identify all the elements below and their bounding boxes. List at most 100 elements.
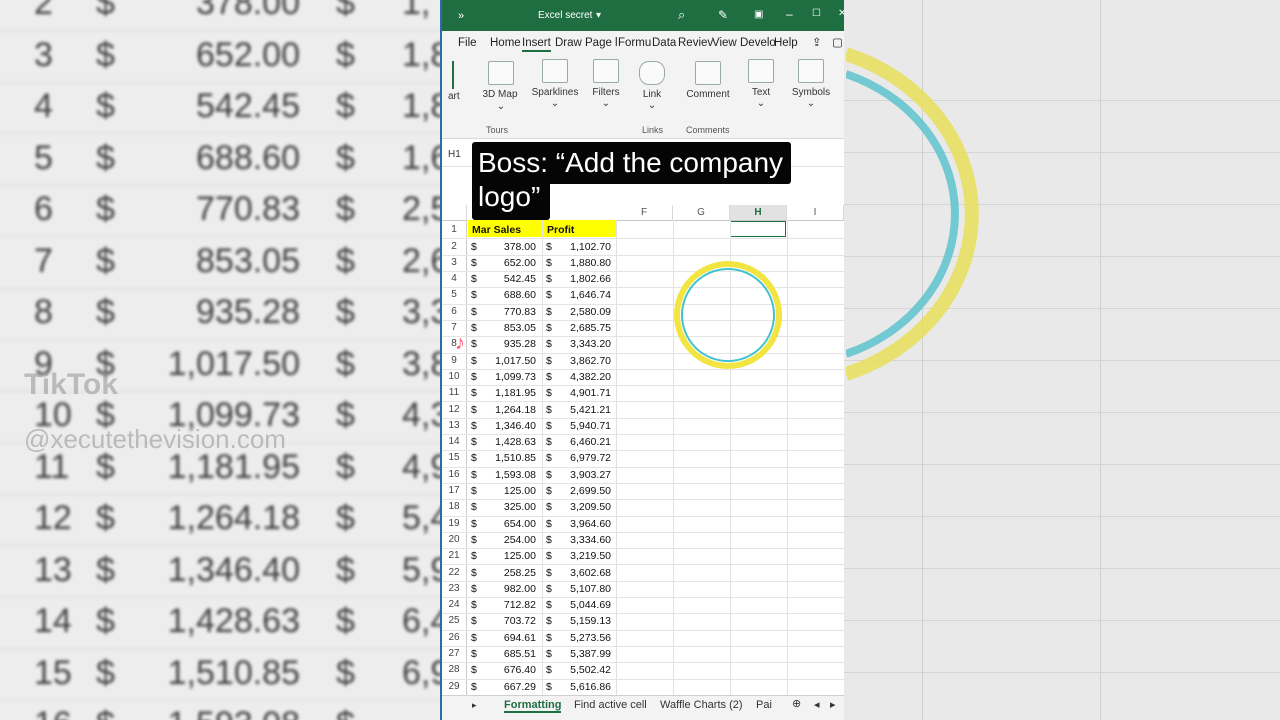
profit-cell[interactable]: 5,387.99	[570, 648, 611, 660]
row-number[interactable]: 13	[442, 420, 466, 431]
mar-sales-cell[interactable]: 688.60	[504, 289, 536, 301]
profit-cell[interactable]: 1,646.74	[570, 289, 611, 301]
mar-sales-cell[interactable]: 676.40	[504, 664, 536, 676]
mar-sales-cell[interactable]: 853.05	[504, 322, 536, 334]
sheet-tab[interactable]: Pai	[756, 699, 772, 711]
column-header[interactable]: H	[730, 205, 787, 221]
comments-icon[interactable]: ▢	[832, 35, 843, 49]
corner-cell[interactable]	[442, 205, 467, 221]
profit-cell[interactable]: 3,862.70	[570, 355, 611, 367]
row-number[interactable]: 27	[442, 648, 466, 659]
row-number[interactable]: 10	[442, 371, 466, 382]
mar-sales-cell[interactable]: 935.28	[504, 338, 536, 350]
profit-cell[interactable]: 1,802.66	[570, 273, 611, 285]
add-sheet-icon[interactable]: ⊕	[792, 697, 801, 710]
mar-sales-cell[interactable]: 1,181.95	[495, 387, 536, 399]
title-dropdown-icon[interactable]: ▾	[596, 10, 601, 21]
profit-cell[interactable]: 3,219.50	[570, 550, 611, 562]
ribbon-display-icon[interactable]: ▣	[754, 9, 763, 20]
profit-cell[interactable]: 5,044.69	[570, 599, 611, 611]
row-number[interactable]: 2	[442, 241, 466, 252]
scroll-right-icon[interactable]: ▸	[830, 698, 836, 711]
pen-icon[interactable]: ✎	[718, 8, 728, 22]
profit-cell[interactable]: 4,382.20	[570, 371, 611, 383]
profit-cell[interactable]: 3,343.20	[570, 338, 611, 350]
row-number[interactable]: 5	[442, 289, 466, 300]
row-number[interactable]: 18	[442, 501, 466, 512]
profit-cell[interactable]: 4,901.71	[570, 387, 611, 399]
sparklines-button[interactable]: Sparklines ⌄	[530, 59, 580, 109]
minimize-icon[interactable]: –	[786, 7, 793, 21]
row-number[interactable]: 16	[442, 469, 466, 480]
scroll-left-icon[interactable]: ◂	[814, 698, 820, 711]
tab-view[interactable]: View	[712, 37, 737, 49]
profit-cell[interactable]: 3,903.27	[570, 469, 611, 481]
profit-cell[interactable]: 5,940.71	[570, 420, 611, 432]
mar-sales-cell[interactable]: 125.00	[504, 485, 536, 497]
text-button[interactable]: Text ⌄	[746, 59, 776, 109]
mar-sales-cell[interactable]: 1,428.63	[495, 436, 536, 448]
link-button[interactable]: Link ⌄	[638, 61, 666, 111]
mar-sales-cell[interactable]: 652.00	[504, 257, 536, 269]
mar-sales-cell[interactable]: 1,510.85	[495, 452, 536, 464]
row-number[interactable]: 23	[442, 583, 466, 594]
profit-cell[interactable]: 2,580.09	[570, 306, 611, 318]
profit-cell[interactable]: 5,273.56	[570, 632, 611, 644]
company-logo-circle[interactable]	[674, 261, 782, 369]
mar-sales-cell[interactable]: 325.00	[504, 501, 536, 513]
mar-sales-cell[interactable]: 703.72	[504, 615, 536, 627]
symbols-button[interactable]: Symbols ⌄	[788, 59, 834, 109]
maximize-icon[interactable]: ☐	[812, 8, 821, 19]
mar-sales-cell[interactable]: 254.00	[504, 534, 536, 546]
profit-cell[interactable]: 3,602.68	[570, 567, 611, 579]
mar-sales-cell[interactable]: 685.51	[504, 648, 536, 660]
row-number[interactable]: 11	[442, 387, 466, 398]
mar-sales-cell[interactable]: 542.45	[504, 273, 536, 285]
mar-sales-cell[interactable]: 1,264.18	[495, 404, 536, 416]
share-icon[interactable]: ⇪	[812, 35, 822, 49]
tab-pagel[interactable]: Page l	[585, 37, 618, 49]
row-number[interactable]: 22	[442, 567, 466, 578]
tab-data[interactable]: Data	[652, 37, 676, 49]
mar-sales-cell[interactable]: 712.82	[504, 599, 536, 611]
mar-sales-cell[interactable]: 1,593.08	[495, 469, 536, 481]
window-title[interactable]: Excel secret	[538, 10, 592, 21]
profit-cell[interactable]: 5,159.13	[570, 615, 611, 627]
3d-map-button[interactable]: 3D Map ⌄	[480, 61, 522, 112]
profit-cell[interactable]: 3,964.60	[570, 518, 611, 530]
worksheet-grid[interactable]: DEFGHI1Mar SalesProfit2$378.00$1,102.703…	[442, 205, 844, 696]
mar-sales-cell[interactable]: 654.00	[504, 518, 536, 530]
row-number[interactable]: 1	[442, 224, 466, 235]
mar-sales-cell[interactable]: 258.25	[504, 567, 536, 579]
profit-cell[interactable]: 2,685.75	[570, 322, 611, 334]
mar-sales-cell[interactable]: 125.00	[504, 550, 536, 562]
filters-button[interactable]: Filters ⌄	[588, 59, 624, 109]
sheet-tab[interactable]: Find active cell	[574, 699, 647, 711]
tab-insert[interactable]: Insert	[522, 37, 551, 52]
profit-cell[interactable]: 6,460.21	[570, 436, 611, 448]
sheet-tab[interactable]: Waffle Charts (2)	[660, 699, 743, 711]
row-number[interactable]: 21	[442, 550, 466, 561]
name-box[interactable]: H1	[448, 149, 461, 160]
sheet-tab[interactable]: Formatting	[504, 699, 562, 713]
mar-sales-cell[interactable]: 770.83	[504, 306, 536, 318]
column-header[interactable]: I	[787, 205, 844, 221]
row-number[interactable]: 4	[442, 273, 466, 284]
mar-sales-cell[interactable]: 1,017.50	[495, 355, 536, 367]
profit-cell[interactable]: 3,334.60	[570, 534, 611, 546]
tab-formu[interactable]: Formu	[618, 37, 651, 49]
row-number[interactable]: 19	[442, 518, 466, 529]
mar-sales-cell[interactable]: 667.29	[504, 681, 536, 693]
mar-sales-cell[interactable]: 1,099.73	[495, 371, 536, 383]
row-number[interactable]: 6	[442, 306, 466, 317]
profit-cell[interactable]: 5,616.86	[570, 681, 611, 693]
row-number[interactable]: 12	[442, 404, 466, 415]
profit-cell[interactable]: 2,699.50	[570, 485, 611, 497]
mar-sales-cell[interactable]: 694.61	[504, 632, 536, 644]
tab-help[interactable]: Help	[774, 37, 798, 49]
profit-cell[interactable]: 5,502.42	[570, 664, 611, 676]
header-mar-sales[interactable]: Mar Sales	[472, 224, 521, 236]
tab-file[interactable]: File	[458, 37, 477, 49]
profit-cell[interactable]: 6,979.72	[570, 452, 611, 464]
tab-reviev[interactable]: Reviev	[678, 37, 713, 49]
